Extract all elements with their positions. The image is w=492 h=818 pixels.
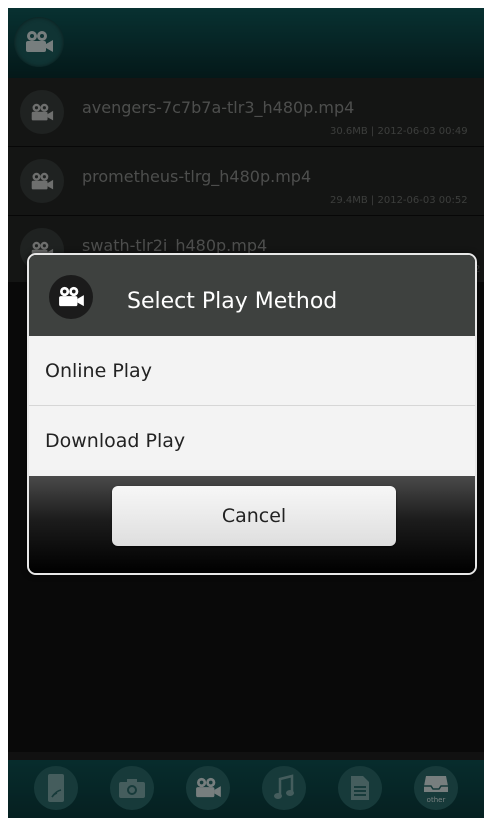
app-screen: avengers-7c7b7a-tlr3_h480p.mp4 30.6MB | … <box>8 8 484 818</box>
cancel-button[interactable]: Cancel <box>112 486 396 546</box>
dialog-title: Select Play Method <box>127 289 338 314</box>
online-play-option[interactable]: Online Play <box>29 336 475 406</box>
dialog-header: Select Play Method <box>29 255 475 336</box>
dialog-footer: Cancel <box>29 476 475 573</box>
download-play-option[interactable]: Download Play <box>29 406 475 476</box>
select-play-method-dialog: Select Play Method Online Play Download … <box>27 253 477 575</box>
video-camera-icon <box>49 275 93 319</box>
